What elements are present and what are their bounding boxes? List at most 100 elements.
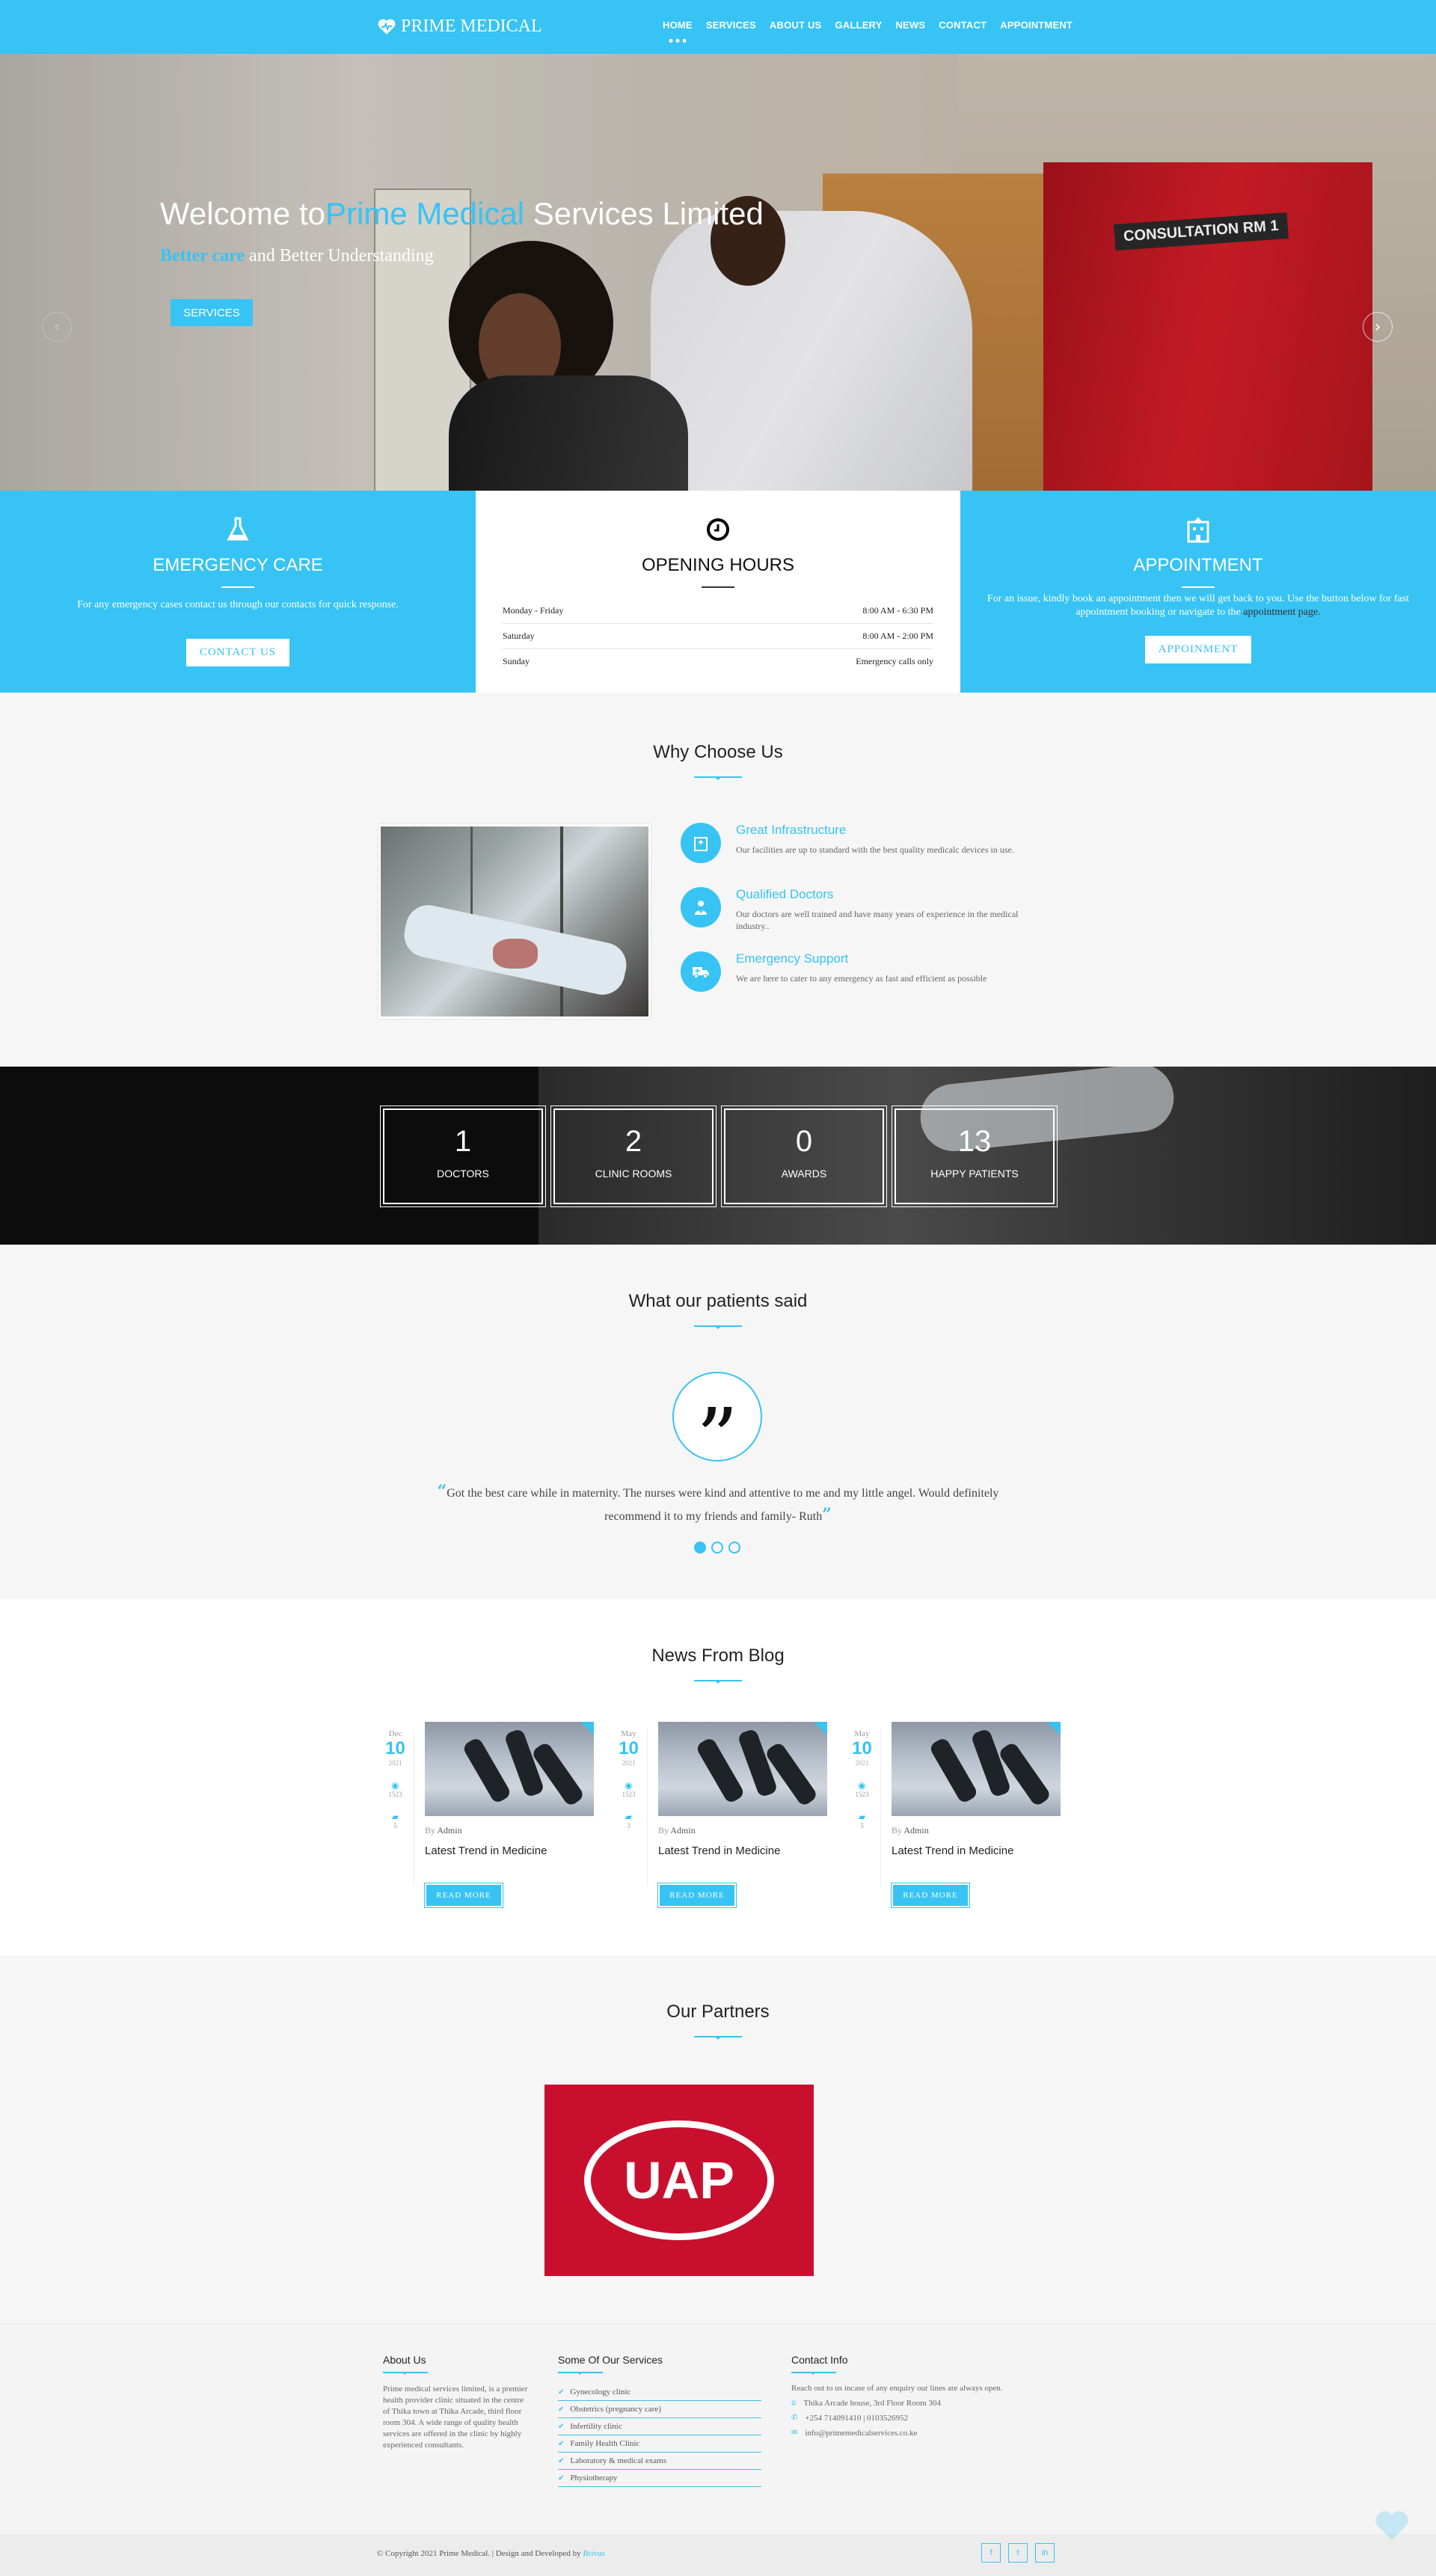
contact-intro: Reach out to us incase of any enquiry ou…	[791, 2384, 1003, 2393]
eye-icon: ◉	[625, 1780, 633, 1791]
next-slide-icon[interactable]: ›	[1363, 312, 1393, 342]
post-thumbnail[interactable]	[892, 1722, 1061, 1816]
logo[interactable]: PRIME MEDICAL	[377, 16, 542, 37]
post-author: By Admin	[892, 1825, 929, 1836]
post-date: Dec 10 2021 ◉ 1523 ▰ 5	[377, 1729, 414, 1886]
hospital-icon	[681, 823, 721, 863]
flask-icon	[223, 515, 253, 545]
hours-title: OPENING HOURS	[641, 555, 795, 575]
eye-icon: ◉	[858, 1780, 866, 1791]
comment-icon: ▰	[625, 1812, 633, 1822]
stat-awards: 0 AWARDS	[721, 1105, 887, 1207]
why-choose-title: Why Choose Us	[653, 742, 783, 762]
contact-address: ⌂ Thika Arcade house, 3rd Floor Room 304	[791, 2399, 941, 2408]
partners-title: Our Partners	[666, 2002, 770, 2022]
hours-table: Monday - Friday 8:00 AM - 6:30 PM Saturda…	[476, 598, 960, 674]
footer-service-link[interactable]: ✔ Physiotherapy	[558, 2470, 761, 2487]
footer-services-title: Some Of Our Services	[558, 2354, 663, 2366]
check-icon: ✔	[558, 2388, 565, 2396]
linkedin-icon[interactable]: in	[1035, 2543, 1055, 2563]
testimonial-pagination	[694, 1542, 740, 1554]
pagination-dot[interactable]	[694, 1542, 706, 1554]
post-thumbnail[interactable]	[425, 1722, 594, 1816]
feature-title: Great Infrastructure	[736, 823, 847, 837]
check-icon: ✔	[558, 2456, 565, 2465]
emergency-title: EMERGENCY CARE	[153, 555, 323, 575]
blog-title: News From Blog	[651, 1646, 785, 1666]
quote-icon: ”	[672, 1372, 762, 1479]
nav-services[interactable]: SERVICES	[706, 19, 756, 31]
pagination-dot[interactable]	[711, 1542, 723, 1554]
hours-row: Sunday Emergency calls only	[503, 656, 933, 666]
feature-text: Our facilities are up to standard with t…	[736, 844, 1014, 855]
hero-title: Welcome toPrime Medical Services Limited	[160, 196, 764, 231]
comment-icon: ▰	[858, 1812, 866, 1822]
phone-icon: ✆	[791, 2414, 798, 2422]
prev-slide-icon[interactable]: ‹	[42, 312, 72, 342]
footer-about: About Us Prime medical services limited,…	[383, 2354, 530, 2451]
home-icon: ⌂	[791, 2399, 797, 2407]
testimonials-title: What our patients said	[628, 1291, 808, 1311]
appointment-button[interactable]: APPOINMENT	[1144, 636, 1252, 663]
services-button[interactable]: SERVICES	[171, 299, 253, 326]
blog-post: May 10 2021 ◉ 1523 ▰ 3 By Admin Latest T…	[610, 1722, 835, 1916]
footer-service-link[interactable]: ✔ Laboratory & medical exams	[558, 2453, 761, 2470]
footer-service-link[interactable]: ✔ Gynecology clinic	[558, 2384, 761, 2401]
hospital-building-icon	[1183, 515, 1213, 545]
read-more-button[interactable]: READ MORE	[891, 1883, 970, 1908]
copyright-text: © Copyright 2021 Prime Medical. | Design…	[377, 2549, 605, 2558]
footer-service-link[interactable]: ✔ Infertility clinic	[558, 2418, 761, 2435]
post-author: By Admin	[658, 1825, 696, 1836]
appointment-page-link[interactable]: appointment page.	[1243, 607, 1320, 618]
doctor-icon	[681, 887, 721, 927]
nav-gallery[interactable]: GALLERY	[835, 19, 882, 31]
post-author: By Admin	[425, 1825, 462, 1836]
facebook-icon[interactable]: f	[981, 2543, 1001, 2563]
footer-about-title: About Us	[383, 2354, 426, 2366]
feature-text: We are here to cater to any emergency as…	[736, 973, 987, 984]
contact-email[interactable]: ✉ info@primemedicalservices.co.ke	[791, 2429, 1003, 2438]
envelope-icon: ✉	[791, 2429, 798, 2437]
contact-phone[interactable]: ✆ +254 714091410 | 0103526952	[791, 2414, 1003, 2423]
opening-hours-box: OPENING HOURS Monday - Friday 8:00 AM - 6…	[476, 491, 960, 693]
nav-appointment[interactable]: APPOINTMENT	[1000, 19, 1073, 31]
read-more-button[interactable]: READ MORE	[657, 1883, 737, 1908]
site-header: PRIME MEDICAL HOME SERVICES ABOUT US GAL…	[0, 0, 1436, 54]
clock-icon	[703, 515, 733, 545]
feature-title: Emergency Support	[736, 951, 849, 966]
check-icon: ✔	[558, 2474, 565, 2483]
post-title[interactable]: Latest Trend in Medicine	[892, 1844, 1013, 1857]
nav-about[interactable]: ABOUT US	[770, 19, 822, 31]
emergency-text: For any emergency cases contact us throu…	[77, 599, 399, 610]
stats-section: 1 DOCTORS 2 CLINIC ROOMS 0 AWARDS 13 HAPPY P…	[0, 1067, 1436, 1245]
post-thumbnail[interactable]	[658, 1722, 827, 1816]
feature-text: Our doctors are well trained and have ma…	[736, 909, 1019, 931]
back-to-top-icon[interactable]	[1373, 2507, 1411, 2545]
logo-text: PRIME MEDICAL	[401, 16, 542, 36]
appointment-title: APPOINTMENT	[1133, 555, 1263, 575]
contact-us-button[interactable]: CONTACT US	[185, 639, 290, 666]
post-title[interactable]: Latest Trend in Medicine	[425, 1844, 547, 1857]
nav-contact[interactable]: CONTACT	[939, 19, 987, 31]
uap-partner-logo[interactable]: UAP	[544, 2085, 814, 2276]
ambulance-icon	[681, 951, 721, 992]
twitter-icon[interactable]: t	[1008, 2543, 1028, 2563]
blog-post: May 10 2021 ◉ 1523 ▰ 5 By Admin Latest T…	[844, 1722, 1068, 1916]
hero-subtitle: Better care and Better Understanding	[160, 246, 434, 266]
testimonial-text: “Got the best care while in maternity. T…	[437, 1482, 999, 1524]
hero-slider: CONSULTATION RM 1 Welcome toPrime Medica…	[0, 54, 1436, 491]
footer-services: Some Of Our Services ✔ Gynecology clinic …	[558, 2354, 761, 2487]
post-title[interactable]: Latest Trend in Medicine	[658, 1844, 780, 1857]
footer-contact-title: Contact Info	[791, 2354, 848, 2366]
nav-home[interactable]: HOME	[663, 19, 693, 43]
post-date: May 10 2021 ◉ 1523 ▰ 5	[844, 1729, 881, 1886]
pagination-dot[interactable]	[728, 1542, 740, 1554]
read-more-button[interactable]: READ MORE	[424, 1883, 503, 1908]
footer-service-link[interactable]: ✔ Family Health Clinic	[558, 2435, 761, 2453]
footer-service-link[interactable]: ✔ Obstetrics (pregnancy care)	[558, 2401, 761, 2418]
check-icon: ✔	[558, 2422, 565, 2431]
copyright-bar: © Copyright 2021 Prime Medical. | Design…	[0, 2534, 1436, 2576]
developer-link[interactable]: Brivus	[583, 2549, 604, 2558]
nav-news[interactable]: NEWS	[895, 19, 925, 31]
hours-row: Saturday 8:00 AM - 2:00 PM	[503, 624, 933, 649]
